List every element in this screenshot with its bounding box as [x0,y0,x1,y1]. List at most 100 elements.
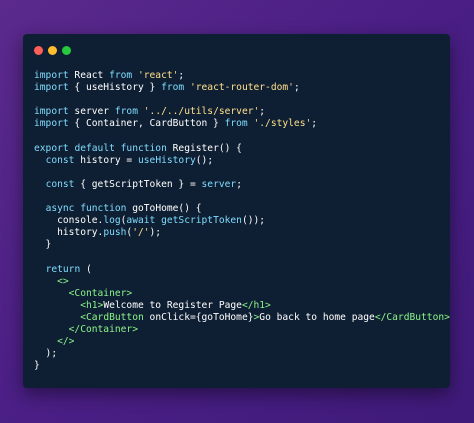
code-token: export [34,142,69,154]
code-line: <> [34,276,442,288]
code-token: import [34,70,69,81]
code-token: ( [80,263,92,275]
code-token: </h1> [241,299,271,311]
code-token: history = [74,154,138,166]
code-token: getScriptToken [161,215,242,227]
code-line: <h1>Welcome to Register Page</h1> [34,300,442,312]
code-line: console.log(await getScriptToken()); [34,215,442,227]
code-token: { Container, CardButton } [68,118,225,130]
code-token: ; [293,82,300,94]
code-block: import React from 'react'; import { useHi… [34,70,450,372]
code-token: (); [195,154,214,166]
code-token: import [34,106,69,118]
code-token: from [114,106,138,118]
code-token: useHistory [138,154,196,166]
code-token: function [120,142,167,154]
code-token: Welcome to Register Page [103,299,242,311]
code-token: async [45,203,75,215]
code-token: ; [259,106,266,118]
code-line: const { getScriptToken } = server; [34,179,442,191]
code-line: import server from '../../utils/server'; [34,106,442,118]
code-token: await [126,215,156,227]
code-token: from [161,82,185,94]
code-token: 'react' [137,70,179,81]
code-token: server [68,106,115,118]
code-token: ; [178,70,185,81]
code-token: server [201,178,237,190]
maximize-dot-icon[interactable] [62,46,71,55]
code-token: { useHistory } [68,82,162,94]
code-token: const [45,178,75,190]
code-window: import React from 'react'; import { useHi… [23,34,450,388]
minimize-dot-icon[interactable] [48,46,57,55]
code-line: <CardButton onClick={goToHome}>Go back t… [34,311,450,324]
code-token: <Container> [68,287,133,299]
code-token: push [103,227,127,239]
code-token: Register() { [166,142,242,154]
code-token: console. [34,215,104,227]
code-token: history. [34,227,104,239]
code-token: ()); [241,215,266,227]
code-line: <Container> [34,288,442,300]
code-token: from [224,118,248,130]
code-line: } [34,360,442,372]
code-token: <> [57,275,69,287]
code-line: const history = useHistory(); [34,155,442,167]
code-token: import [34,118,69,130]
code-line: import { Container, CardButton } from '.… [34,118,442,130]
code-token: import [34,82,69,94]
code-token: <CardButton [80,311,144,323]
code-token: return [45,263,81,275]
code-token: const [45,154,75,166]
code-token: 'react-router-dom' [189,82,294,94]
code-token: function [80,203,127,215]
code-token: } [34,239,52,251]
code-token: default [74,142,115,154]
code-token: </> [57,336,75,348]
code-token: ); [34,348,58,360]
code-token: ; [311,118,318,130]
code-line: return ( [34,264,442,276]
code-line: ); [34,348,442,360]
window-controls [34,46,71,55]
code-token: log [103,215,121,227]
code-token: from [109,70,133,81]
code-line: async function goToHome() { [34,203,442,215]
code-line: import { useHistory } from 'react-router… [34,82,442,94]
code-token: goToHome() { [126,203,202,215]
code-line: import React from 'react'; [34,70,442,82]
code-token: Go back to home page [259,311,375,323]
code-token: ; [236,178,242,190]
code-line: </Container> [34,324,442,336]
close-dot-icon[interactable] [34,46,43,55]
code-token: </CardButton> [374,311,450,323]
code-line: </> [34,336,442,348]
code-token: '/' [132,227,150,239]
code-line: } [34,239,442,251]
code-line: export default function Register() { [34,143,442,155]
code-token: </Container> [68,323,138,335]
code-token: './styles' [253,118,312,130]
code-token: React [68,70,110,81]
code-token: { getScriptToken } = [74,178,202,190]
code-token: ); [149,227,162,239]
code-token: onClick={goToHome} [143,311,254,323]
code-line: history.push('/'); [34,227,442,239]
code-token: } [34,360,40,372]
code-token: '../../utils/server' [143,106,260,118]
